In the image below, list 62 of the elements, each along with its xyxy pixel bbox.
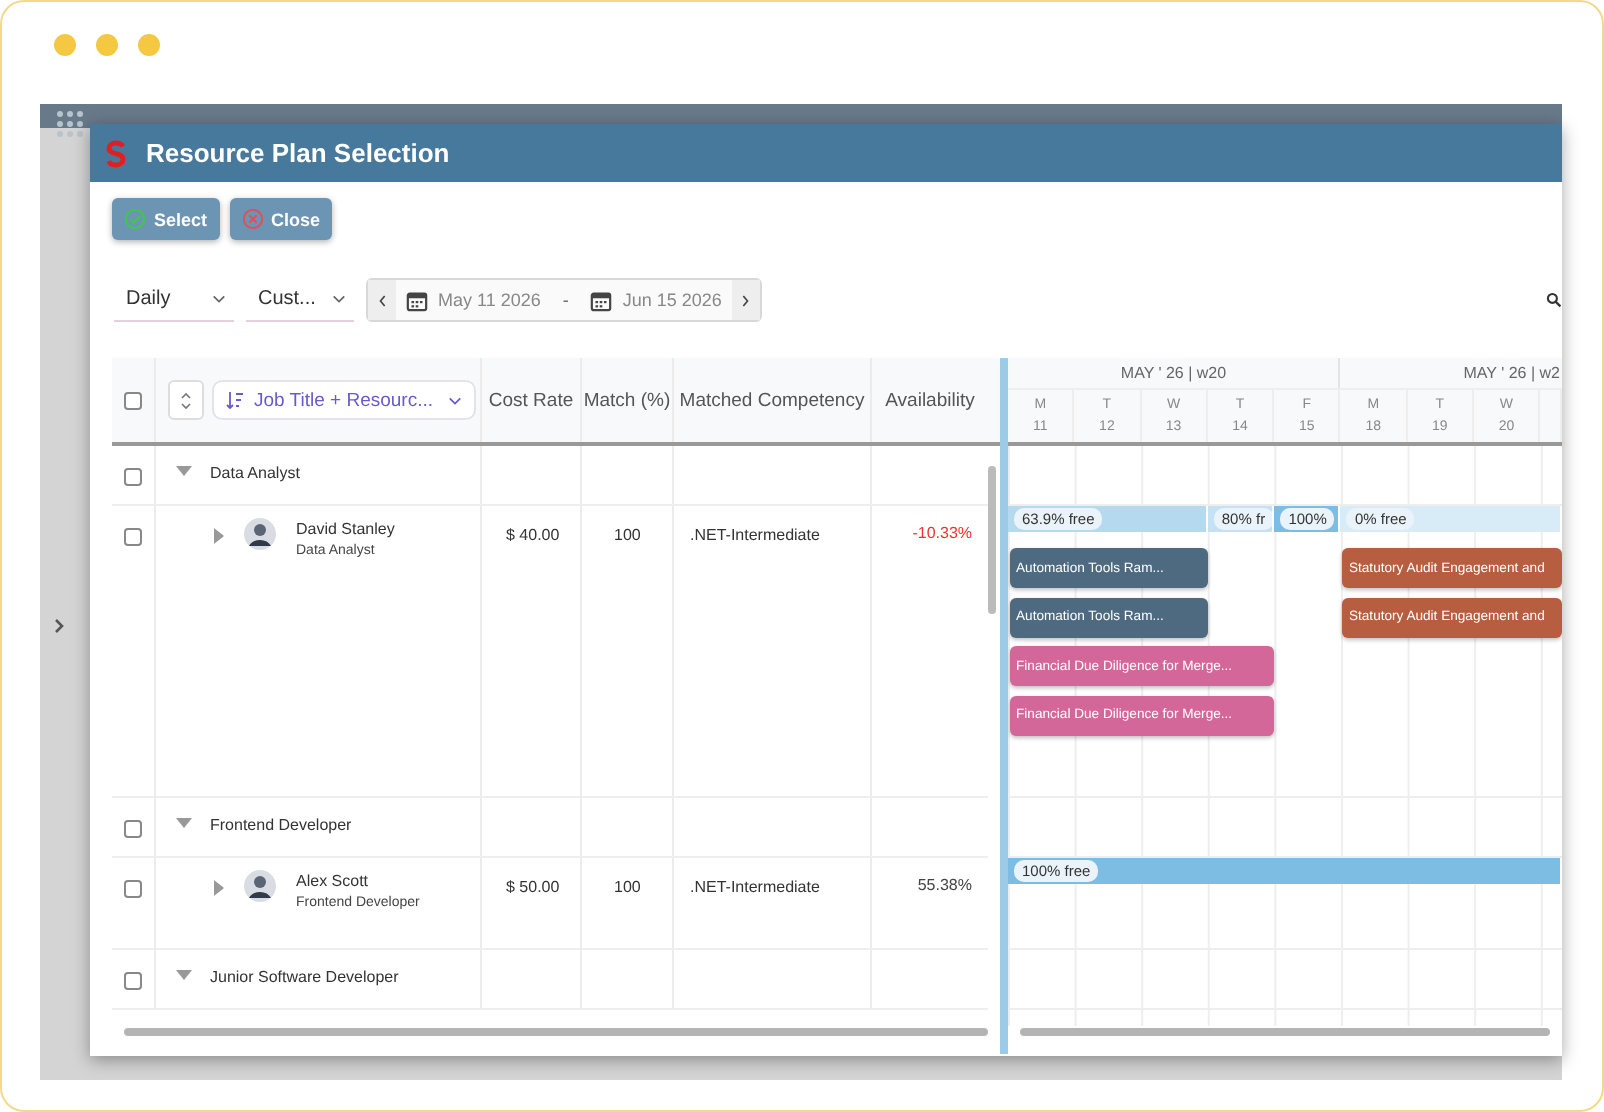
checkbox[interactable] xyxy=(124,819,142,837)
resource-name[interactable]: David Stanley xyxy=(296,520,395,538)
competency: .NET-Intermediate xyxy=(690,877,820,895)
week-label: MAY ' 26 | w20 xyxy=(1008,358,1341,388)
view-dropdown[interactable]: Daily xyxy=(114,278,234,322)
column-header[interactable]: Availability xyxy=(872,358,988,442)
window-dot xyxy=(96,34,118,56)
group-by-dropdown[interactable]: Job Title + Resourc... xyxy=(212,380,476,420)
expand-triangle-icon[interactable] xyxy=(214,879,224,895)
sort-icon xyxy=(226,390,244,410)
checkbox[interactable] xyxy=(124,971,142,989)
cost-rate: $ 40.00 xyxy=(506,526,560,544)
column-header[interactable]: Matched Competency xyxy=(674,358,872,442)
calendar-icon[interactable] xyxy=(590,289,613,311)
collapse-triangle-icon[interactable] xyxy=(176,466,192,476)
next-button[interactable] xyxy=(731,280,760,320)
expand-triangle-icon[interactable] xyxy=(214,528,224,544)
column-header[interactable]: Match (%) xyxy=(582,358,674,442)
checkbox[interactable] xyxy=(124,468,142,486)
availability-value: 55.38% xyxy=(917,875,972,893)
resource-name[interactable]: Alex Scott xyxy=(296,871,420,889)
avatar-icon xyxy=(244,869,276,901)
search-icon[interactable] xyxy=(1546,292,1562,308)
checkbox[interactable] xyxy=(124,879,142,897)
match-value: 100 xyxy=(614,526,641,544)
week-label: MAY ' 26 | w2 xyxy=(1461,362,1562,386)
column-header[interactable]: Cost Rate xyxy=(482,358,582,442)
checkbox[interactable] xyxy=(124,391,142,409)
app-grid-icon[interactable] xyxy=(56,110,84,138)
select-button[interactable]: Select xyxy=(112,198,220,240)
competency: .NET-Intermediate xyxy=(690,526,820,544)
chevron-right-icon xyxy=(740,293,751,307)
date-separator: - xyxy=(562,290,569,310)
check-circle-icon xyxy=(124,208,146,230)
checkbox[interactable] xyxy=(124,528,142,546)
chevron-right-icon[interactable] xyxy=(54,618,66,634)
previous-button[interactable] xyxy=(368,280,396,320)
close-circle-icon xyxy=(241,208,264,230)
window-dot xyxy=(138,34,160,56)
range-dropdown[interactable]: Cust... xyxy=(246,278,354,322)
start-date[interactable]: May 11 2026 xyxy=(438,290,541,310)
dialog-title: Resource Plan Selection xyxy=(146,138,450,168)
end-date[interactable]: Jun 15 2026 xyxy=(622,290,722,310)
group-title: Frontend Developer xyxy=(210,815,352,833)
sort-icon xyxy=(180,391,192,409)
availability-value: -10.33% xyxy=(912,524,972,542)
collapse-triangle-icon[interactable] xyxy=(176,817,192,827)
logo-icon xyxy=(106,139,126,167)
caret-icon xyxy=(212,294,226,304)
group-title: Junior Software Developer xyxy=(210,967,399,985)
close-button[interactable]: Close xyxy=(229,198,333,240)
caret-icon xyxy=(332,294,346,304)
match-value: 100 xyxy=(614,877,641,895)
calendar-icon[interactable] xyxy=(406,289,428,311)
avatar-icon xyxy=(244,518,276,550)
cost-rate: $ 50.00 xyxy=(506,877,560,895)
window-dot xyxy=(54,34,76,56)
collapse-triangle-icon[interactable] xyxy=(176,969,192,979)
sort-button[interactable] xyxy=(168,380,204,420)
group-title: Data Analyst xyxy=(210,464,300,482)
caret-icon xyxy=(448,395,462,405)
chevron-left-icon xyxy=(377,293,387,307)
